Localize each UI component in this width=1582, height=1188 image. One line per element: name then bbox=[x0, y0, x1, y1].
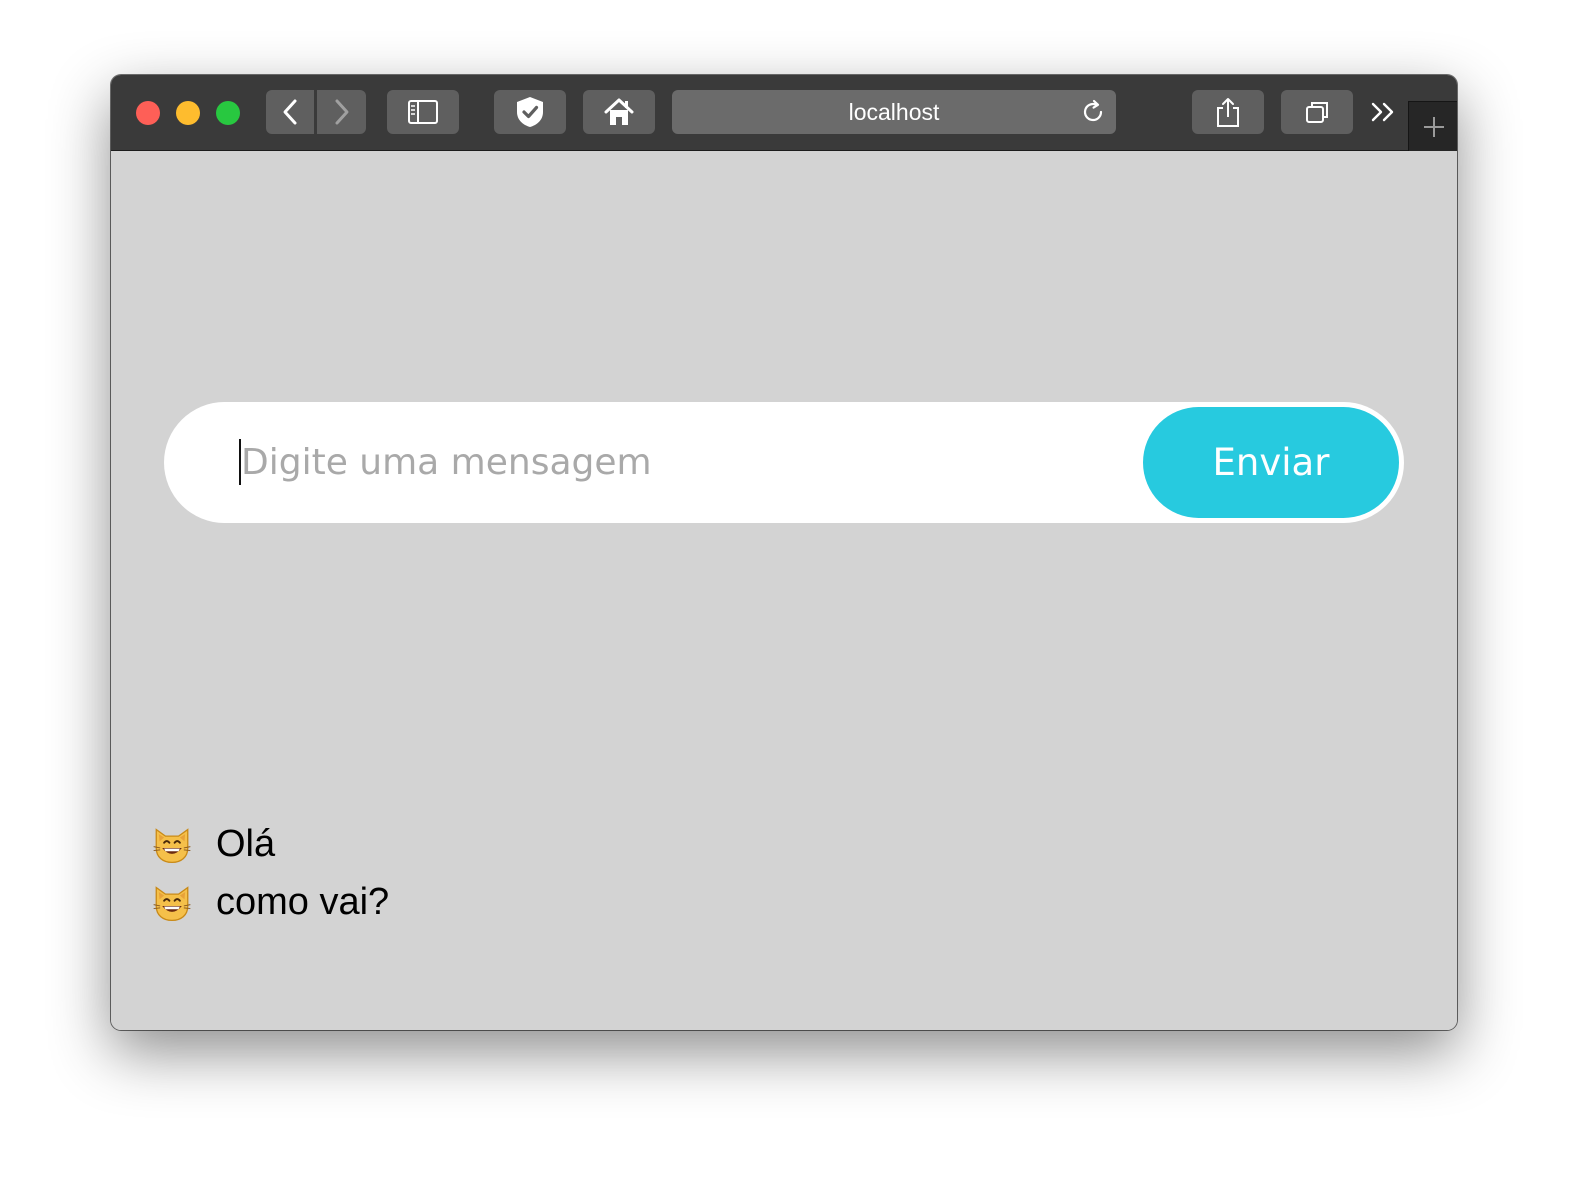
grinning-cat-icon bbox=[151, 823, 193, 865]
sidebar-toggle-button[interactable] bbox=[387, 90, 459, 134]
message-text: como vai? bbox=[216, 880, 390, 923]
send-button[interactable]: Enviar bbox=[1143, 407, 1399, 518]
browser-toolbar: localhost bbox=[111, 75, 1457, 151]
message-item: Olá bbox=[151, 815, 389, 873]
reload-icon[interactable] bbox=[1080, 99, 1106, 125]
address-text: localhost bbox=[848, 99, 940, 125]
zoom-window-button[interactable] bbox=[216, 101, 240, 125]
grinning-cat-icon bbox=[151, 881, 193, 923]
home-icon bbox=[604, 98, 634, 125]
address-bar[interactable]: localhost bbox=[672, 90, 1116, 134]
home-button[interactable] bbox=[583, 90, 655, 134]
message-input[interactable] bbox=[237, 422, 1121, 502]
show-tabs-button[interactable] bbox=[1281, 90, 1353, 134]
page-content: Enviar Olá como vai? bbox=[111, 151, 1457, 1030]
text-caret bbox=[239, 439, 241, 485]
message-list: Olá como vai? bbox=[151, 815, 389, 931]
share-button[interactable] bbox=[1192, 90, 1264, 134]
toolbar-overflow-icon[interactable] bbox=[1370, 97, 1396, 127]
minimize-window-button[interactable] bbox=[176, 101, 200, 125]
message-composer: Enviar bbox=[164, 402, 1404, 523]
back-button[interactable] bbox=[266, 90, 314, 134]
tabs-overview-icon bbox=[1306, 102, 1328, 123]
privacy-shield-button[interactable] bbox=[494, 90, 566, 134]
new-tab-button[interactable] bbox=[1408, 101, 1457, 151]
plus-icon bbox=[1423, 116, 1444, 137]
chevron-right-icon bbox=[335, 99, 348, 125]
shield-check-icon bbox=[517, 97, 543, 127]
browser-window: localhost Enviar Olá como vai? bbox=[111, 75, 1457, 1030]
sidebar-icon bbox=[408, 100, 438, 124]
close-window-button[interactable] bbox=[136, 101, 160, 125]
chevron-left-icon bbox=[283, 99, 297, 125]
share-icon bbox=[1217, 98, 1239, 127]
forward-button[interactable] bbox=[317, 90, 366, 134]
message-text: Olá bbox=[216, 822, 276, 865]
message-item: como vai? bbox=[151, 873, 389, 931]
